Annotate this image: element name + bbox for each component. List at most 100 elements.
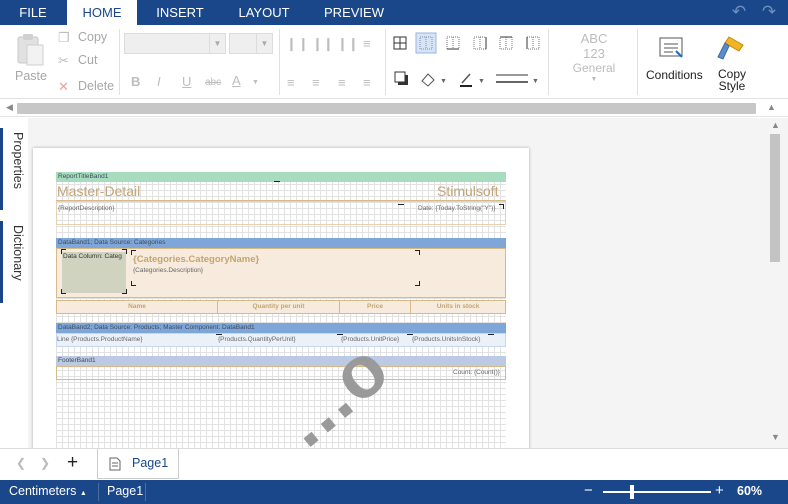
underline-icon[interactable]: U [182, 74, 191, 90]
tab-dictionary[interactable]: Dictionary [0, 221, 26, 303]
separator [98, 483, 99, 501]
ribbon-scrollbar[interactable]: ◀ ▲ [0, 99, 788, 117]
align-top-icon[interactable]: ❙❙ [286, 36, 310, 52]
copy-icon: ❐ [58, 30, 70, 45]
page-tab[interactable]: Page1 [97, 449, 179, 479]
tab-home[interactable]: HOME [67, 0, 137, 25]
copy-style-button[interactable]: Copy Style [708, 31, 756, 95]
cut-button[interactable]: ✂ Cut [58, 52, 112, 70]
product-name-field[interactable]: {Products.ProductName} [71, 336, 143, 343]
header-quantity[interactable]: Quantity per unit [217, 300, 340, 314]
count-field[interactable]: Count: {Count()} [453, 369, 500, 376]
bold-icon[interactable]: B [131, 74, 140, 90]
word-wrap-icon[interactable]: ≡ [363, 36, 371, 52]
units-selector[interactable]: Centimeters ▲ [9, 484, 87, 498]
italic-icon[interactable]: I [157, 74, 161, 90]
separator [548, 29, 549, 95]
resize-handle[interactable] [415, 281, 420, 286]
copy-style-line2: Style [718, 79, 746, 93]
zoom-slider-thumb[interactable] [630, 485, 634, 499]
svg-text:▼: ▼ [532, 78, 539, 85]
zoom-slider[interactable] [603, 491, 711, 493]
tab-properties[interactable]: Properties [0, 128, 26, 210]
tab-file[interactable]: FILE [0, 0, 66, 25]
band-header-data1[interactable]: DataBand1; Data Source: Categories [56, 238, 506, 248]
scroll-up-icon[interactable]: ▲ [771, 120, 780, 130]
strikethrough-icon[interactable]: abc [205, 75, 221, 91]
next-page-icon[interactable]: ❯ [40, 456, 50, 470]
resize-handle[interactable] [216, 334, 222, 339]
resize-handle[interactable] [122, 289, 127, 294]
menu-bar: FILE HOME INSERT LAYOUT PREVIEW ↶ ↷ [0, 0, 788, 25]
align-right-icon[interactable]: ≡ [338, 75, 346, 91]
resize-handle[interactable] [499, 204, 504, 209]
company-text[interactable]: Stimulsoft [437, 183, 498, 199]
band-header-title[interactable]: ReportTitleBand1 [56, 172, 506, 182]
conditions-icon [659, 37, 683, 58]
resize-handle[interactable] [61, 249, 66, 254]
resize-handle[interactable] [407, 334, 413, 339]
page-tab-label: Page1 [132, 456, 169, 470]
undo-icon[interactable]: ↶ [730, 3, 748, 21]
svg-text:▼: ▼ [440, 78, 447, 85]
style-abc-label: ABC [580, 31, 608, 46]
delete-label: Delete [78, 79, 115, 93]
align-center-icon[interactable]: ≡ [312, 75, 320, 91]
header-name[interactable]: Name [56, 300, 218, 314]
tab-layout[interactable]: LAYOUT [226, 0, 302, 25]
font-size-dropdown[interactable]: ▼ [229, 33, 273, 54]
footer-area[interactable] [56, 366, 506, 380]
canvas-scrollbar[interactable]: ▲ ▼ [768, 118, 788, 448]
resize-handle[interactable] [131, 250, 136, 255]
category-description-text[interactable]: {Categories.Description} [133, 267, 203, 274]
units-field[interactable]: {Products.UnitsInStock} [412, 336, 480, 343]
resize-handle[interactable] [61, 289, 66, 294]
conditions-button[interactable]: Conditions [642, 31, 704, 91]
tab-insert[interactable]: INSERT [142, 0, 218, 25]
resize-handle[interactable] [274, 181, 280, 186]
zoom-in-icon[interactable]: + [715, 482, 724, 499]
data-column-label: Data Column: Categ [63, 253, 122, 260]
resize-handle[interactable] [415, 250, 420, 255]
delete-button[interactable]: ✕ Delete [58, 78, 118, 96]
report-title-text[interactable]: Master-Detail [57, 183, 140, 199]
redo-icon[interactable]: ↷ [760, 3, 778, 21]
font-color-icon[interactable]: A [232, 73, 241, 89]
paste-button[interactable]: Paste [8, 31, 52, 91]
copy-button[interactable]: ❐ Copy [58, 29, 112, 47]
paste-label: Paste [15, 69, 47, 83]
align-bottom-icon[interactable]: ❙❙ [337, 36, 359, 52]
resize-handle[interactable] [131, 281, 136, 286]
scroll-down-icon[interactable]: ▼ [771, 432, 780, 442]
collapse-ribbon-icon[interactable]: ▲ [767, 102, 776, 112]
tab-preview[interactable]: PREVIEW [312, 0, 396, 25]
category-name-text[interactable]: {Categories.CategoryName} [133, 254, 259, 265]
align-middle-icon[interactable]: ❙❙ [312, 36, 334, 52]
font-family-dropdown[interactable]: ▼ [124, 33, 226, 54]
style-designer-button[interactable]: ABC 123 General ▼ [566, 31, 622, 93]
style-general-label: General [572, 61, 616, 75]
canvas-scroll-thumb[interactable] [770, 134, 780, 262]
band-header-data2[interactable]: DataBand2; Data Source: Products; Master… [56, 323, 506, 333]
line-field[interactable]: Line [57, 336, 69, 343]
align-justify-icon[interactable]: ≡ [363, 75, 371, 91]
resize-handle[interactable] [122, 249, 127, 254]
ribbon-scroll-thumb[interactable] [17, 103, 756, 114]
design-canvas[interactable]: ReportTitleBand1 Master-Detail Stimulsof… [28, 118, 768, 448]
report-page[interactable]: ReportTitleBand1 Master-Detail Stimulsof… [33, 148, 529, 448]
resize-handle[interactable] [488, 334, 494, 339]
scroll-left-icon[interactable]: ◀ [6, 102, 13, 113]
zoom-out-icon[interactable]: − [584, 482, 593, 499]
align-left-icon[interactable]: ≡ [287, 75, 295, 91]
border-all-icon [393, 36, 407, 50]
header-price[interactable]: Price [339, 300, 411, 314]
page-icon [109, 457, 121, 471]
quantity-field[interactable]: {Products.QuantityPerUnit} [218, 336, 296, 343]
resize-handle[interactable] [398, 204, 404, 209]
header-units[interactable]: Units in stock [410, 300, 506, 314]
chevron-down-icon: ▼ [209, 34, 225, 53]
separator [385, 29, 386, 95]
add-page-icon[interactable]: + [67, 452, 78, 474]
prev-page-icon[interactable]: ❮ [16, 456, 26, 470]
band-header-footer[interactable]: FooterBand1 [56, 356, 506, 366]
